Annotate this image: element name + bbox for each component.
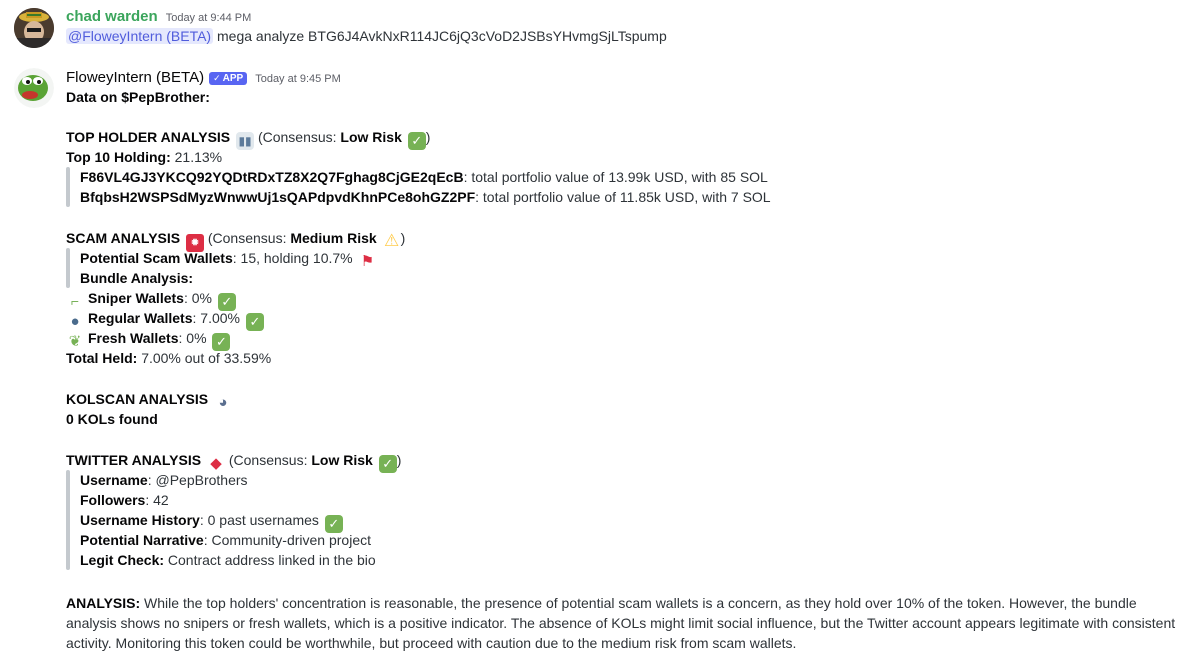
fresh-value: : 0% [178,330,207,346]
narrative-label: Potential Narrative [80,532,204,548]
history-value: : 0 past usernames [199,512,319,528]
heading-line: Data on $PepBrother: [66,87,210,107]
check-mark-icon: ✓ [378,455,397,473]
consensus-close: ) [425,129,431,145]
bundle-line: Bundle Analysis: [66,268,193,288]
bundle-label: Bundle Analysis: [80,270,194,286]
top-holder-title: TOP HOLDER ANALYSIS [66,129,231,145]
kolscan-result: 0 KOLs found [66,411,158,427]
narrative-value: : Community-driven project [203,532,371,548]
consensus-prefix: (Consensus: [228,452,312,468]
kolscan-result-line: 0 KOLs found [66,409,158,429]
consensus-value: Low Risk [340,129,402,145]
twitter-username-line: Username: @PepBrothers [66,470,248,490]
scam-title-line: SCAM ANALYSIS ✹ (Consensus: Medium Risk … [66,228,406,252]
legit-label: Legit Check: [80,552,165,568]
twitter-legit-line: Legit Check: Contract address linked in … [66,550,376,570]
consensus-value: Low Risk [311,452,373,468]
analysis-text: While the top holders' concentration is … [66,595,1176,651]
speaking-head-icon: ◕ [218,394,228,411]
potential-scam-label: Potential Scam Wallets [80,250,233,266]
regular-value: : 7.00% [192,310,240,326]
consensus-close: ) [400,230,406,246]
followers-label: Followers [80,492,146,508]
top10-label: Top 10 Holding: [66,149,171,165]
sniper-value: : 0% [183,290,212,306]
fresh-line: ❦ Fresh Wallets: 0% ✓ [66,328,231,351]
twitter-followers-line: Followers: 42 [66,490,169,510]
app-tag-badge: ✓ APP [209,72,248,85]
username-label: Username [80,472,148,488]
kolscan-title: KOLSCAN ANALYSIS [66,391,209,407]
avatar-floweyintern[interactable] [14,68,54,108]
top10-line: Top 10 Holding: 21.13% [66,147,222,167]
holder-desc: : total portfolio value of 11.85k USD, w… [475,189,771,205]
twitter-title: TWITTER ANALYSIS [66,452,202,468]
followers-value: : 42 [145,492,169,508]
holder-address: F86VL4GJ3YKCQ92YQDtRDxTZ8X2Q7Fghag8CjGE2… [80,169,464,185]
check-icon: ✓ [213,73,221,83]
holder-desc: : total portfolio value of 13.99k USD, w… [463,169,768,185]
twitter-title-line: TWITTER ANALYSIS ◆ (Consensus: Low Risk … [66,450,402,473]
legit-value: Contract address linked in the bio [164,552,376,568]
twitter-narrative-line: Potential Narrative: Community-driven pr… [66,530,371,550]
analysis-paragraph: ANALYSIS: While the top holders' concent… [66,593,1188,653]
message-floweyintern: FloweyIntern (BETA) ✓ APP Today at 9:45 P… [0,0,1200,662]
top10-value: 21.13% [174,149,223,165]
total-held-line: Total Held: 7.00% out of 33.59% [66,348,271,368]
warning-icon: ⚠ [383,231,400,250]
total-held-value: 7.00% out of 33.59% [141,350,272,366]
total-held-label: Total Held: [66,350,138,366]
holder-address: BfqbsH2WSPSdMyzWnwwUj1sQAPdpvdKhnPCe8ohG… [80,189,476,205]
data-heading: Data on $PepBrother: [66,89,210,105]
top-holder-title-line: TOP HOLDER ANALYSIS ▮▮ (Consensus: Low R… [66,127,431,150]
consensus-prefix: (Consensus: [207,230,291,246]
username-value: : @PepBrothers [147,472,248,488]
kolscan-title-line: KOLSCAN ANALYSIS ◕ [66,389,232,411]
sniper-line: ⌐ Sniper Wallets: 0% ✓ [66,288,236,311]
consensus-value: Medium Risk [290,230,377,246]
regular-label: Regular Wallets [88,310,193,326]
bar-chart-icon: ▮▮ [236,132,255,150]
holder-row: BfqbsH2WSPSdMyzWnwwUj1sQAPdpvdKhnPCe8ohG… [66,187,771,207]
consensus-prefix: (Consensus: [257,129,341,145]
sniper-label: Sniper Wallets [88,290,184,306]
check-mark-icon: ✓ [407,132,426,150]
message-header: FloweyIntern (BETA) ✓ APP Today at 9:45 P… [66,69,341,86]
app-tag-label: APP [222,73,244,84]
holder-row: F86VL4GJ3YKCQ92YQDtRDxTZ8X2Q7Fghag8CjGE2… [66,167,768,187]
potential-scam-value: : 15, holding 10.7% [232,250,353,266]
twitter-history-line: Username History: 0 past usernames ✓ [66,510,343,533]
regular-line: ● Regular Wallets: 7.00% ✓ [66,308,264,331]
potential-scam-line: Potential Scam Wallets: 15, holding 10.7… [66,248,377,270]
timestamp[interactable]: Today at 9:45 PM [255,73,341,85]
scam-title: SCAM ANALYSIS [66,230,181,246]
red-flag-icon: ⚑ [360,253,375,270]
consensus-close: ) [396,452,402,468]
check-mark-icon: ✓ [245,313,264,331]
author-name[interactable]: FloweyIntern (BETA) [66,69,204,86]
analysis-label: ANALYSIS: [66,595,141,611]
history-label: Username History [80,512,200,528]
fresh-label: Fresh Wallets [88,330,179,346]
